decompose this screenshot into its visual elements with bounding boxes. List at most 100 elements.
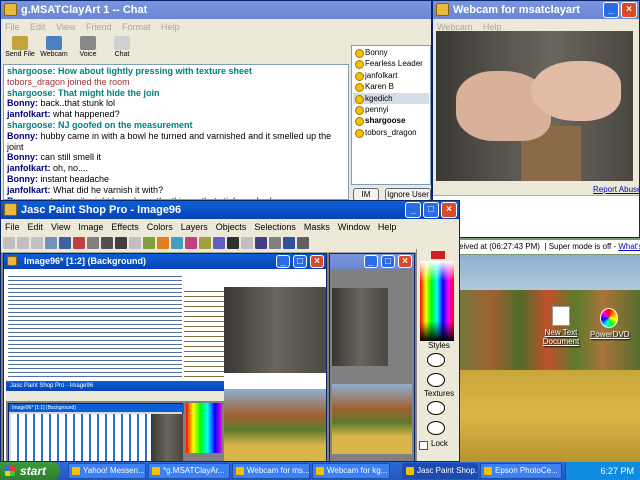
foreground-swatch[interactable] bbox=[431, 251, 445, 259]
psp-tool-icon[interactable] bbox=[101, 237, 113, 249]
task-webcam-kgedich[interactable]: Webcam for kg... bbox=[312, 463, 390, 479]
chat-log[interactable]: shargoose: How about lightly pressing wi… bbox=[3, 64, 349, 200]
psp-tool-icon[interactable] bbox=[31, 237, 43, 249]
user-list-item[interactable]: Bonny bbox=[353, 47, 429, 59]
chat-titlebar[interactable]: g.MSATClayArt 1 -- Chat bbox=[1, 1, 431, 19]
chat-menu-file[interactable]: File bbox=[1, 22, 24, 32]
user-list[interactable]: Bonny Fearless Leader janfolkart Karen Bkge… bbox=[351, 45, 431, 185]
desktop-icon-powerdvd[interactable]: PowerDVD bbox=[590, 308, 630, 339]
psp-tool-icon[interactable] bbox=[129, 237, 141, 249]
user-list-item[interactable]: tobors_dragon bbox=[353, 127, 429, 139]
textures-swatch[interactable] bbox=[427, 401, 445, 415]
psp-tool-icon[interactable] bbox=[199, 237, 211, 249]
image-maximize-button[interactable]: □ bbox=[293, 255, 307, 268]
clock[interactable]: 6:27 PM bbox=[600, 466, 634, 476]
secondary-image-titlebar[interactable]: _ □ × bbox=[330, 254, 414, 269]
secondary-image-window: _ □ × bbox=[329, 253, 415, 461]
psp-menu-masks[interactable]: Masks bbox=[300, 222, 334, 232]
send-file-button[interactable]: Send File bbox=[3, 35, 37, 63]
psp-tool-icon[interactable] bbox=[185, 237, 197, 249]
psp-tool-icon[interactable] bbox=[171, 237, 183, 249]
styles-swatch[interactable] bbox=[427, 353, 445, 367]
psp-titlebar[interactable]: Jasc Paint Shop Pro - Image96 _ □ × bbox=[1, 201, 459, 219]
secondary-maximize-button[interactable]: □ bbox=[381, 255, 395, 268]
psp-menu-file[interactable]: File bbox=[1, 222, 24, 232]
psp-minimize-button[interactable]: _ bbox=[405, 202, 421, 218]
psp-tool-icon[interactable] bbox=[213, 237, 225, 249]
psp-menu-objects[interactable]: Objects bbox=[212, 222, 251, 232]
report-abuse-link[interactable]: Report Abuse bbox=[593, 185, 639, 194]
canvas-nested-image: Image96* [1:1] (Background) bbox=[8, 403, 184, 461]
chat-message-user: janfolkart: bbox=[7, 109, 51, 120]
psp-tool-icon[interactable] bbox=[59, 237, 71, 249]
psp-tool-icon[interactable] bbox=[115, 237, 127, 249]
psp-tool-icon[interactable] bbox=[255, 237, 267, 249]
webcam-button[interactable]: Webcam bbox=[37, 35, 71, 63]
desktop-icon-new-text-document[interactable]: New Text Document bbox=[542, 306, 580, 346]
psp-menu-edit[interactable]: Edit bbox=[24, 222, 48, 232]
psp-menu-image[interactable]: Image bbox=[74, 222, 107, 232]
psp-menu-window[interactable]: Window bbox=[334, 222, 374, 232]
chat-message-user: janfolkart: bbox=[7, 163, 51, 174]
whats-this-link[interactable]: What's this? bbox=[618, 242, 640, 251]
image-window-titlebar[interactable]: Image96* [1:2] (Background) _ □ × bbox=[4, 254, 326, 269]
secondary-minimize-button[interactable]: _ bbox=[364, 255, 378, 268]
psp-tool-icon[interactable] bbox=[143, 237, 155, 249]
user-list-item[interactable]: Karen B bbox=[353, 81, 429, 93]
task-paint-shop-pro[interactable]: Jasc Paint Shop... bbox=[402, 463, 478, 479]
psp-close-button[interactable]: × bbox=[441, 202, 457, 218]
chat-button[interactable]: Chat bbox=[105, 35, 139, 63]
webcam-icon bbox=[46, 36, 62, 50]
task-webcam-msatclayart[interactable]: Webcam for ms... bbox=[232, 463, 310, 479]
image-close-button[interactable]: × bbox=[310, 255, 324, 268]
psp-tool-icon[interactable] bbox=[269, 237, 281, 249]
user-list-item[interactable]: janfolkart bbox=[353, 70, 429, 82]
psp-tool-icon[interactable] bbox=[45, 237, 57, 249]
webcam-minimize-button[interactable]: _ bbox=[603, 2, 619, 18]
user-list-item[interactable]: Fearless Leader bbox=[353, 58, 429, 70]
chat-menu-help[interactable]: Help bbox=[157, 22, 184, 32]
webcam-titlebar[interactable]: Webcam for msatclayart _ × bbox=[433, 1, 639, 19]
psp-tool-icon[interactable] bbox=[283, 237, 295, 249]
chat-menu-view[interactable]: View bbox=[52, 22, 79, 32]
psp-maximize-button[interactable]: □ bbox=[423, 202, 439, 218]
canvas-nested-content bbox=[11, 414, 151, 461]
psp-menu-layers[interactable]: Layers bbox=[177, 222, 212, 232]
webcam-close-button[interactable]: × bbox=[621, 2, 637, 18]
psp-tool-icon[interactable] bbox=[3, 237, 15, 249]
textures-swatch-background[interactable] bbox=[427, 421, 445, 435]
lock-checkbox[interactable] bbox=[419, 441, 428, 450]
user-list-item[interactable]: kgedich bbox=[353, 92, 429, 104]
task-epson-photocenter[interactable]: Epson PhotoCe... bbox=[480, 463, 562, 479]
chat-menu-friend[interactable]: Friend bbox=[82, 22, 116, 32]
psp-tool-icon[interactable] bbox=[297, 237, 309, 249]
psp-menu-selections[interactable]: Selections bbox=[250, 222, 300, 232]
voice-button[interactable]: Voice bbox=[71, 35, 105, 63]
chat-message-text: what happened? bbox=[50, 109, 120, 120]
color-spectrum[interactable] bbox=[420, 261, 454, 341]
psp-menu-colors[interactable]: Colors bbox=[143, 222, 177, 232]
styles-swatch-background[interactable] bbox=[427, 373, 445, 387]
psp-tool-icon[interactable] bbox=[241, 237, 253, 249]
psp-tool-icon[interactable] bbox=[227, 237, 239, 249]
psp-tool-icon[interactable] bbox=[87, 237, 99, 249]
canvas-webcam-capture bbox=[224, 287, 326, 373]
psp-tool-icon[interactable] bbox=[17, 237, 29, 249]
user-list-item[interactable]: shargoose bbox=[353, 115, 429, 127]
psp-tool-icon[interactable] bbox=[157, 237, 169, 249]
user-list-item[interactable]: pennyi bbox=[353, 104, 429, 116]
start-button[interactable]: start bbox=[0, 462, 60, 480]
task-yahoo-messenger[interactable]: Yahoo! Messen... bbox=[68, 463, 146, 479]
image-minimize-button[interactable]: _ bbox=[276, 255, 290, 268]
task-chat-room[interactable]: *g.MSATClayAr... bbox=[148, 463, 230, 479]
chat-menu-format[interactable]: Format bbox=[118, 22, 155, 32]
chat-menu-edit[interactable]: Edit bbox=[26, 22, 50, 32]
psp-menu-effects[interactable]: Effects bbox=[107, 222, 142, 232]
webcam-info-area bbox=[433, 195, 639, 237]
psp-menu-view[interactable]: View bbox=[47, 222, 74, 232]
secondary-webcam-capture bbox=[332, 288, 388, 366]
psp-menu-help[interactable]: Help bbox=[374, 222, 401, 232]
image-canvas[interactable]: Jasc Paint Shop Pro - Image96 Image96* [… bbox=[4, 269, 326, 461]
secondary-close-button[interactable]: × bbox=[398, 255, 412, 268]
psp-tool-icon[interactable] bbox=[73, 237, 85, 249]
